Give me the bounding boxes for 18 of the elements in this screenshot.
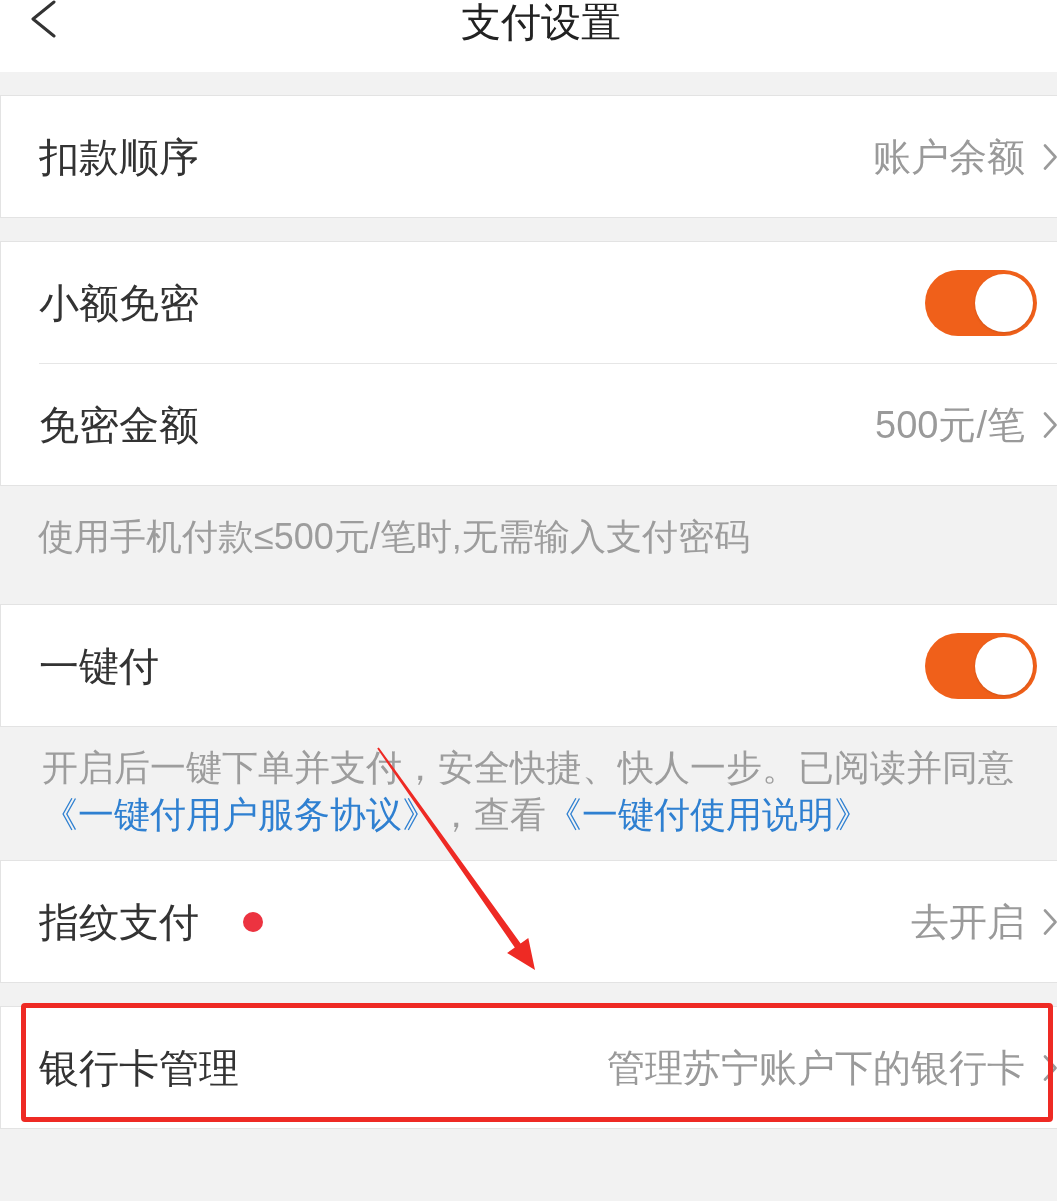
- setting-label: 免密金额: [39, 401, 199, 449]
- setting-value: 账户余额: [873, 134, 1025, 180]
- hint-text: 使用手机付款≤500元/笔时,无需输入支付密码: [38, 515, 751, 559]
- setting-value: 500元/笔: [875, 402, 1025, 448]
- chevron-right-icon[interactable]: [1043, 411, 1057, 438]
- setting-value: 管理苏宁账户下的银行卡: [607, 1045, 1025, 1091]
- setting-label: 银行卡管理: [39, 1044, 239, 1092]
- chevron-right-icon[interactable]: [1043, 908, 1057, 935]
- agreement-link[interactable]: 《一键付用户服务协议》: [42, 794, 438, 835]
- agreement-link[interactable]: 《一键付使用说明》: [546, 794, 870, 835]
- setting-label: 一键付: [39, 642, 159, 690]
- setting-label: 指纹支付: [39, 898, 199, 946]
- setting-label: 扣款顺序: [39, 133, 199, 181]
- chevron-right-icon[interactable]: [1043, 143, 1057, 170]
- setting-label: 小额免密: [39, 279, 199, 327]
- chevron-right-icon[interactable]: [1043, 1054, 1057, 1081]
- page-title: 支付设置: [459, 0, 621, 44]
- setting-value: 去开启: [911, 899, 1025, 945]
